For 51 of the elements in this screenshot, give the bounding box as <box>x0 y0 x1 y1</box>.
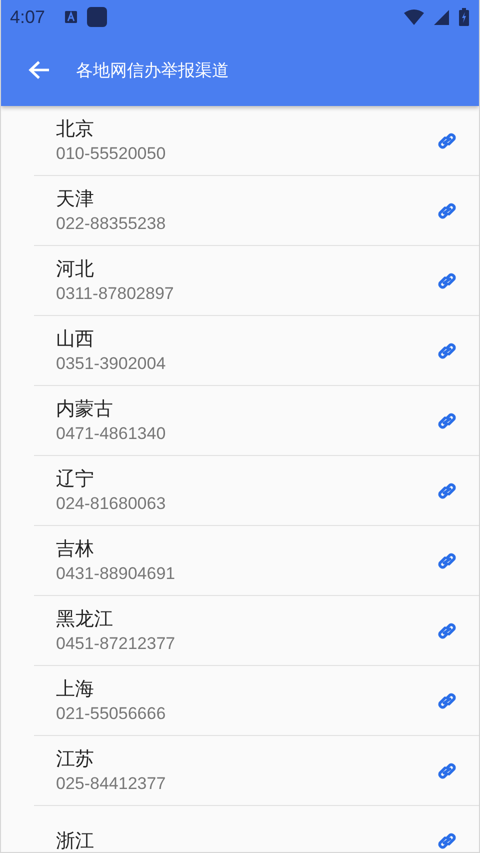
channel-item[interactable]: 浙江 <box>34 806 479 852</box>
channel-item[interactable]: 辽宁 024-81680063 <box>34 456 479 526</box>
battery-icon <box>459 8 469 26</box>
channel-item[interactable]: 黑龙江 0451-87212377 <box>34 596 479 666</box>
region-name: 江苏 <box>56 747 94 771</box>
phone-number: 0351-3902004 <box>56 354 166 374</box>
link-icon[interactable] <box>436 272 458 290</box>
phone-number: 0311-87802897 <box>56 284 174 304</box>
link-icon[interactable] <box>436 832 458 850</box>
phone-number: 025-84412377 <box>56 774 166 794</box>
channel-item[interactable]: 上海 021-55056666 <box>34 666 479 736</box>
region-name: 天津 <box>56 187 94 211</box>
channel-item[interactable]: 江苏 025-84412377 <box>34 736 479 806</box>
region-name: 内蒙古 <box>56 397 113 421</box>
phone-number: 0471-4861340 <box>56 424 166 444</box>
region-name: 北京 <box>56 117 94 141</box>
link-icon[interactable] <box>436 412 458 430</box>
signal-icon <box>434 10 449 24</box>
region-name: 吉林 <box>56 537 94 561</box>
link-icon[interactable] <box>436 132 458 150</box>
region-name: 山西 <box>56 327 94 351</box>
channel-item[interactable]: 河北 0311-87802897 <box>34 246 479 316</box>
phone-number: 022-88355238 <box>56 214 166 234</box>
channel-item[interactable]: 吉林 0431-88904691 <box>34 526 479 596</box>
region-name: 浙江 <box>56 828 94 852</box>
region-name: 辽宁 <box>56 467 94 491</box>
phone-number: 0451-87212377 <box>56 634 176 654</box>
link-icon[interactable] <box>436 762 458 780</box>
link-icon[interactable] <box>436 482 458 500</box>
link-icon[interactable] <box>436 342 458 360</box>
link-icon[interactable] <box>436 202 458 220</box>
region-name: 上海 <box>56 677 94 701</box>
channel-item[interactable]: 天津 022-88355238 <box>34 176 479 246</box>
app-notification-icon <box>65 11 78 23</box>
channel-item[interactable]: 山西 0351-3902004 <box>34 316 479 386</box>
phone-number: 021-55056666 <box>56 704 166 724</box>
wifi-icon <box>404 9 424 25</box>
status-time: 4:07 <box>10 6 46 28</box>
phone-number: 0431-88904691 <box>56 564 176 584</box>
phone-number: 024-81680063 <box>56 494 166 514</box>
region-name: 河北 <box>56 257 94 281</box>
back-arrow-icon[interactable] <box>28 60 50 80</box>
link-icon[interactable] <box>436 622 458 640</box>
channel-item[interactable]: 内蒙古 0471-4861340 <box>34 386 479 456</box>
channel-item[interactable]: 北京 010-55520050 <box>34 106 479 176</box>
notification-icon <box>87 7 108 27</box>
region-name: 黑龙江 <box>56 607 113 631</box>
link-icon[interactable] <box>436 692 458 710</box>
screen-title: 各地网信办举报渠道 <box>76 60 229 82</box>
link-icon[interactable] <box>436 552 458 570</box>
phone-number: 010-55520050 <box>56 144 166 164</box>
